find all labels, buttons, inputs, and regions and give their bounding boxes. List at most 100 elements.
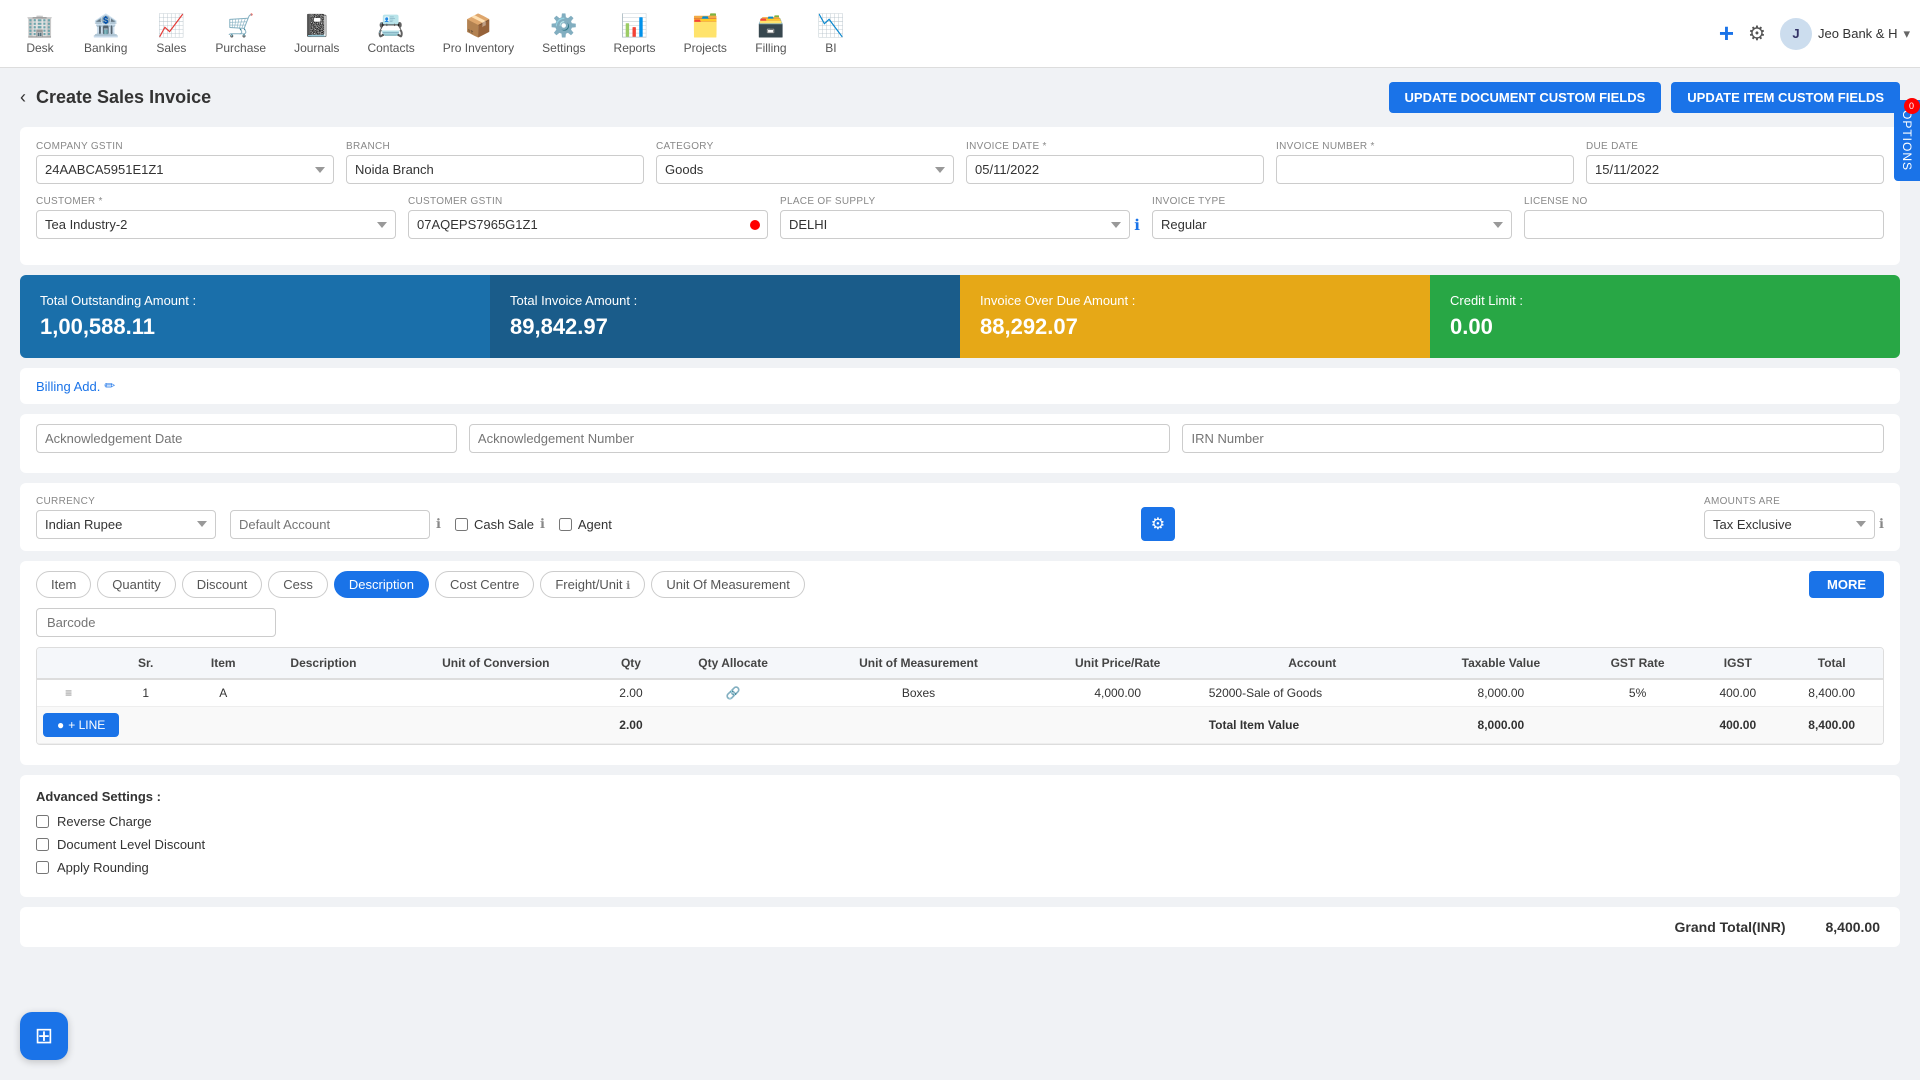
th-unit-price: Unit Price/Rate	[1033, 648, 1203, 679]
license-no-input[interactable]	[1524, 210, 1884, 239]
items-table: Sr. Item Description Unit of Conversion …	[37, 648, 1883, 744]
tab-quantity[interactable]: Quantity	[97, 571, 175, 598]
options-tab[interactable]: 0 OPTIONS	[1894, 100, 1920, 181]
invoice-amount-card: Total Invoice Amount : 89,842.97	[490, 275, 960, 358]
nav-item-bi[interactable]: 📉 BI	[801, 5, 861, 63]
ack-number-input[interactable]	[469, 424, 1171, 453]
add-line-label: + LINE	[68, 718, 105, 732]
amounts-info-icon[interactable]: ℹ	[1879, 516, 1884, 532]
tabs-row: Item Quantity Discount Cess Description …	[36, 571, 1884, 598]
plus-icon: ●	[57, 718, 64, 732]
add-line-button[interactable]: ● + LINE	[43, 713, 119, 737]
user-menu[interactable]: J Jeo Bank & H ▾	[1780, 18, 1910, 50]
amounts-are-select[interactable]: Tax Exclusive	[1704, 510, 1875, 539]
cash-sale-info-icon[interactable]: ℹ	[540, 516, 545, 532]
apply-rounding-checkbox[interactable]	[36, 861, 49, 874]
category-label: Category	[656, 141, 954, 152]
form-row-1: Company GSTIN 24AABCA5951E1Z1 Branch Cat…	[36, 141, 1884, 184]
default-account-input[interactable]	[230, 510, 430, 539]
stats-row: Total Outstanding Amount : 1,00,588.11 T…	[20, 275, 1900, 358]
tab-item[interactable]: Item	[36, 571, 91, 598]
add-button[interactable]: +	[1719, 18, 1734, 49]
nav-item-pro-inventory[interactable]: 📦 Pro Inventory	[429, 5, 528, 63]
branch-input[interactable]	[346, 155, 644, 184]
gear-settings-button[interactable]: ⚙	[1141, 507, 1175, 541]
row-qty-allocate[interactable]: 🔗	[662, 679, 805, 707]
nav-item-projects[interactable]: 🗂️ Projects	[670, 5, 741, 63]
row-item[interactable]: A	[191, 679, 255, 707]
row-sr: 1	[100, 679, 191, 707]
settings-gear-icon[interactable]: ⚙	[1748, 21, 1766, 46]
place-of-supply-select[interactable]: DELHI	[780, 210, 1130, 239]
row-gst-rate[interactable]: 5%	[1580, 679, 1695, 707]
due-date-label: Due Date	[1586, 141, 1884, 152]
freight-info-icon: ℹ	[626, 580, 630, 592]
nav-item-filling[interactable]: 🗃️ Filling	[741, 5, 801, 63]
customer-select[interactable]: Tea Industry-2	[36, 210, 396, 239]
billing-add-link[interactable]: Billing Add. ✏	[36, 378, 1884, 394]
due-date-input[interactable]	[1586, 155, 1884, 184]
ack-row	[36, 424, 1884, 453]
irn-number-input[interactable]	[1182, 424, 1884, 453]
update-doc-fields-button[interactable]: UPDATE DOCUMENT CUSTOM FIELDS	[1389, 82, 1662, 113]
invoice-type-select[interactable]: Regular	[1152, 210, 1512, 239]
tab-cess[interactable]: Cess	[268, 571, 328, 598]
tab-freight-unit[interactable]: Freight/Unit ℹ	[540, 571, 645, 598]
ack-date-input[interactable]	[36, 424, 457, 453]
cash-sale-checkbox[interactable]	[455, 518, 468, 531]
table-row: ≡ 1 A 2.00 🔗 Boxes 4,000.00 52000-Sale o…	[37, 679, 1883, 707]
currency-select[interactable]: Indian Rupee	[36, 510, 216, 539]
purchase-label: Purchase	[215, 41, 266, 55]
agent-checkbox[interactable]	[559, 518, 572, 531]
nav-item-banking[interactable]: 🏦 Banking	[70, 5, 141, 63]
row-qty[interactable]: 2.00	[600, 679, 662, 707]
th-unit-measurement: Unit of Measurement	[804, 648, 1032, 679]
invoice-date-input[interactable]	[966, 155, 1264, 184]
username-label: Jeo Bank & H	[1818, 26, 1898, 41]
settings-icon: ⚙️	[550, 13, 577, 39]
nav-item-sales[interactable]: 📈 Sales	[141, 5, 201, 63]
billing-link-text: Billing Add.	[36, 379, 100, 394]
invoice-number-input[interactable]	[1276, 155, 1574, 184]
outstanding-card: Total Outstanding Amount : 1,00,588.11	[20, 275, 490, 358]
tab-discount[interactable]: Discount	[182, 571, 263, 598]
due-date-group: Due Date	[1586, 141, 1884, 184]
row-account[interactable]: 52000-Sale of Goods	[1203, 679, 1422, 707]
agent-group: Agent	[559, 517, 612, 532]
nav-item-contacts[interactable]: 📇 Contacts	[353, 5, 428, 63]
company-gstin-select[interactable]: 24AABCA5951E1Z1	[36, 155, 334, 184]
tab-description[interactable]: Description	[334, 571, 429, 598]
drag-handle[interactable]: ≡	[37, 679, 100, 707]
place-of-supply-info-icon[interactable]: ℹ	[1134, 216, 1140, 234]
nav-item-settings[interactable]: ⚙️ Settings	[528, 5, 599, 63]
totals-row: ● + LINE 2.00 Total Item Value 8,000.00	[37, 707, 1883, 744]
contacts-icon: 📇	[377, 13, 404, 39]
category-select[interactable]: Goods	[656, 155, 954, 184]
customer-gstin-input[interactable]	[408, 210, 768, 239]
row-description[interactable]	[255, 679, 391, 707]
bottom-widget-button[interactable]: ⊞	[20, 1012, 68, 1060]
nav-item-desk[interactable]: 🏢 Desk	[10, 5, 70, 63]
update-item-fields-button[interactable]: UPDATE ITEM CUSTOM FIELDS	[1671, 82, 1900, 113]
nav-item-purchase[interactable]: 🛒 Purchase	[201, 5, 280, 63]
tabs-section: Item Quantity Discount Cess Description …	[20, 561, 1900, 765]
back-button[interactable]: ‹	[20, 87, 26, 108]
row-unit-conversion[interactable]	[392, 679, 600, 707]
edit-icon[interactable]: ✏	[104, 378, 115, 394]
more-button[interactable]: MORE	[1809, 571, 1884, 598]
company-gstin-label: Company GSTIN	[36, 141, 334, 152]
qty-allocate-link-icon[interactable]: 🔗	[726, 686, 741, 700]
tab-unit-of-measurement[interactable]: Unit Of Measurement	[651, 571, 805, 598]
nav-item-journals[interactable]: 📓 Journals	[280, 5, 353, 63]
amounts-are-group: Amounts are Tax Exclusive ℹ	[1704, 496, 1884, 539]
row-unit-price[interactable]: 4,000.00	[1033, 679, 1203, 707]
default-account-info-icon[interactable]: ℹ	[436, 516, 441, 532]
reverse-charge-checkbox[interactable]	[36, 815, 49, 828]
settings-label: Settings	[542, 41, 585, 55]
nav-item-reports[interactable]: 📊 Reports	[600, 5, 670, 63]
barcode-input[interactable]	[36, 608, 276, 637]
desk-icon: 🏢	[26, 13, 53, 39]
totals-empty-1	[191, 707, 255, 744]
tab-cost-centre[interactable]: Cost Centre	[435, 571, 534, 598]
doc-level-discount-checkbox[interactable]	[36, 838, 49, 851]
